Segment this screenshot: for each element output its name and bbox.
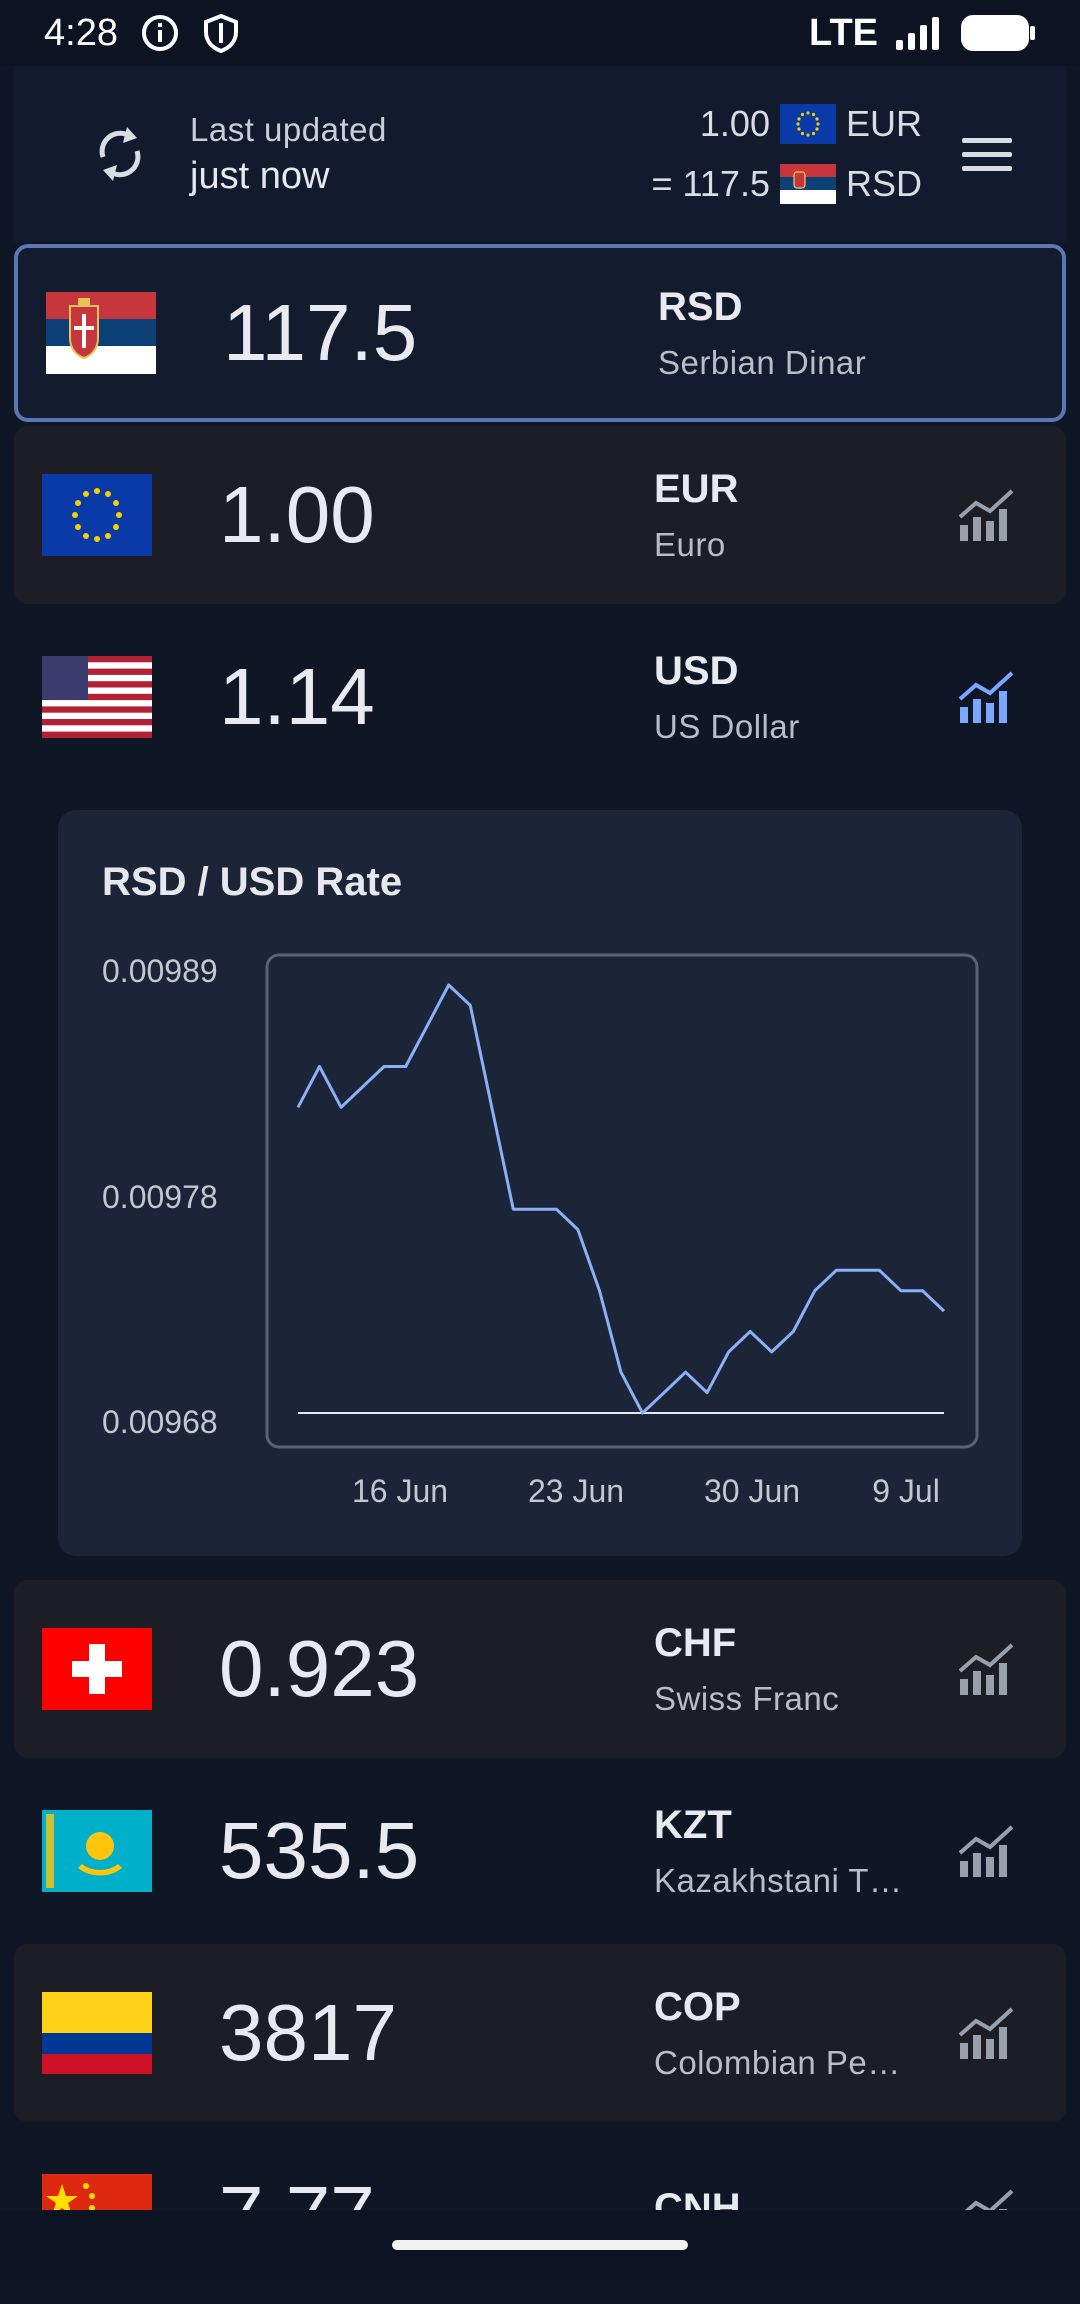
currency-amount[interactable]: 1.14 xyxy=(219,651,375,743)
x-tick-label: 16 Jun xyxy=(352,1473,448,1509)
menu-icon-line xyxy=(962,151,1012,157)
last-updated: Last updated just now xyxy=(190,111,387,198)
network-type: LTE xyxy=(809,11,878,54)
eu-flag-icon xyxy=(42,474,152,556)
base-amount: 1.00 xyxy=(699,103,770,144)
currency-code: KZT xyxy=(654,1802,732,1847)
currency-amount[interactable]: 117.5 xyxy=(223,287,417,379)
battery-icon xyxy=(960,13,1036,53)
currency-code: EUR xyxy=(654,466,739,511)
currency-amount[interactable]: 1.00 xyxy=(219,469,375,561)
menu-icon-line xyxy=(962,137,1012,143)
target-code: RSD xyxy=(845,163,922,204)
menu-button[interactable] xyxy=(962,137,1012,171)
currency-code: RSD xyxy=(658,284,743,329)
signal-icon xyxy=(894,16,944,50)
status-bar: 4:28 LTE xyxy=(0,0,1080,66)
currency-name: Colombian Pe… xyxy=(654,2043,901,2081)
currency-code: USD xyxy=(654,648,739,693)
currency-row-rsd[interactable]: 117.5 RSD Serbian Dinar xyxy=(14,244,1066,422)
rate-chart-card: RSD / USD Rate 0.00989 0.00978 0.00968 1… xyxy=(58,810,1022,1556)
colombia-flag-icon xyxy=(42,1992,152,2074)
x-tick-label: 23 Jun xyxy=(528,1473,624,1509)
shield-icon xyxy=(202,13,240,53)
menu-icon-line xyxy=(962,165,1012,171)
chart-icon-active[interactable] xyxy=(958,671,1014,723)
x-tick-label: 30 Jun xyxy=(704,1473,800,1509)
rate-line-chart[interactable]: 0.00989 0.00978 0.00968 16 Jun 23 Jun 30… xyxy=(58,810,1022,1556)
y-tick-label: 0.00989 xyxy=(102,953,218,989)
y-tick-label: 0.00978 xyxy=(102,1179,218,1215)
refresh-icon xyxy=(99,127,141,181)
chart-icon[interactable] xyxy=(958,489,1014,541)
chart-icon[interactable] xyxy=(958,2007,1014,2059)
currency-name: Kazakhstani T… xyxy=(654,1861,903,1899)
currency-code: CHF xyxy=(654,1620,737,1665)
currency-row-cop[interactable]: 3817 COP Colombian Pe… xyxy=(14,1944,1066,2122)
currency-amount[interactable]: 3817 xyxy=(219,1987,397,2079)
serbia-flag-icon xyxy=(779,164,836,204)
currency-row-usd[interactable]: 1.14 USD US Dollar xyxy=(14,608,1066,786)
kazakhstan-flag-icon xyxy=(42,1810,152,1892)
x-tick-label: 9 Jul xyxy=(872,1473,940,1509)
serbia-flag-icon xyxy=(46,292,156,374)
currency-row-chf[interactable]: 0.923 CHF Swiss Franc xyxy=(14,1580,1066,1758)
chart-icon[interactable] xyxy=(958,1825,1014,1877)
info-icon xyxy=(140,13,180,53)
us-flag-icon xyxy=(42,656,152,738)
currency-row-eur[interactable]: 1.00 EUR Euro xyxy=(14,426,1066,604)
refresh-button[interactable] xyxy=(60,123,180,185)
status-time: 4:28 xyxy=(44,11,118,54)
currency-amount[interactable]: 0.923 xyxy=(219,1623,419,1715)
eu-flag-icon xyxy=(779,104,836,144)
base-code: EUR xyxy=(845,103,922,144)
currency-row-kzt[interactable]: 535.5 KZT Kazakhstani T… xyxy=(14,1762,1066,1940)
currency-amount[interactable]: 535.5 xyxy=(219,1805,419,1897)
currency-name: Euro xyxy=(654,525,726,563)
rate-summary: 1.00 EUR = 117.5 RSD xyxy=(652,94,922,214)
currency-name: Serbian Dinar xyxy=(658,343,867,381)
currency-code: COP xyxy=(654,1984,741,2029)
home-gesture-bar[interactable] xyxy=(392,2240,688,2250)
currency-name: Swiss Franc xyxy=(654,1679,840,1717)
swiss-flag-icon xyxy=(42,1628,152,1710)
chart-series-line xyxy=(296,983,946,1415)
app-header: Last updated just now 1.00 EUR = 117.5 R… xyxy=(14,66,1066,242)
last-updated-label: Last updated xyxy=(190,110,387,148)
currency-name: US Dollar xyxy=(654,707,800,745)
last-updated-value: just now xyxy=(190,154,330,197)
y-tick-label: 0.00968 xyxy=(102,1404,218,1440)
chart-icon[interactable] xyxy=(958,1643,1014,1695)
target-amount: = 117.5 xyxy=(651,163,770,204)
